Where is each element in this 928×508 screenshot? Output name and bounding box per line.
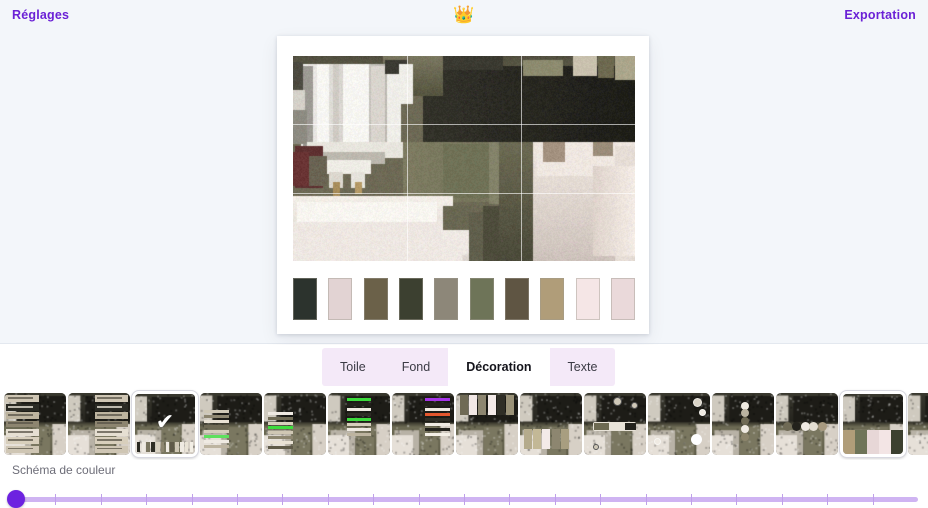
thumb-bars-right-purple[interactable] (392, 393, 454, 455)
thumb-blocks-bottom[interactable] (520, 393, 582, 455)
thumbnail-decoration-overlay (4, 393, 66, 455)
palette-swatch[interactable] (470, 278, 494, 320)
palette-swatch[interactable] (540, 278, 564, 320)
slider-ticks (10, 494, 918, 505)
thumbnail-decoration-overlay (712, 393, 774, 455)
thumbnail-decoration-overlay (68, 393, 130, 455)
thumbnail-decoration-overlay (200, 393, 262, 455)
app-root: Réglages Exportation 👑 Toile Fond Décorati… (0, 0, 928, 507)
photo-canvas (293, 56, 635, 261)
thumb-blocks-top[interactable] (456, 393, 518, 455)
preview-photo[interactable] (293, 56, 635, 261)
palette-swatch[interactable] (505, 278, 529, 320)
top-toolbar: Réglages Exportation (0, 0, 928, 30)
thumbnail-decoration-overlay (392, 393, 454, 455)
tab-bar[interactable]: Toile Fond Décoration Texte (322, 348, 615, 386)
thumbnail-decoration-overlay (456, 393, 518, 455)
thumb-dots-scatter[interactable] (648, 393, 710, 455)
palette-swatch[interactable] (364, 278, 388, 320)
decoration-thumbnail-strip[interactable]: ✔ (0, 388, 928, 460)
palette-swatch[interactable] (399, 278, 423, 320)
thumb-swatch-list-left[interactable] (4, 393, 66, 455)
thumbnail-decoration-overlay (776, 393, 838, 455)
thumb-dots-vertical[interactable] (712, 393, 774, 455)
thumb-swatch-list-right[interactable] (68, 393, 130, 455)
thumbnail-decoration-overlay (328, 393, 390, 455)
tab-dcoration[interactable]: Décoration (448, 348, 549, 386)
tab-fond[interactable]: Fond (384, 348, 449, 386)
canvas-stage: Réglages Exportation 👑 (0, 0, 928, 344)
tab-toile[interactable]: Toile (322, 348, 384, 386)
color-scheme-slider-group: Schéma de couleur (0, 463, 928, 507)
slider-thumb[interactable] (7, 490, 25, 508)
thumbnail-decoration-overlay (584, 393, 646, 455)
palette-swatch[interactable] (576, 278, 600, 320)
thumbnail-decoration-overlay (648, 393, 710, 455)
palette-swatch[interactable] (293, 278, 317, 320)
check-icon: ✔ (135, 412, 195, 434)
canvas-card[interactable] (277, 36, 649, 334)
thumbnail-decoration-overlay (843, 394, 903, 454)
thumbnail-decoration-overlay (908, 393, 928, 455)
thumb-pills-vertical[interactable] (908, 393, 928, 455)
palette-swatch[interactable] (434, 278, 458, 320)
settings-button[interactable]: Réglages (12, 8, 69, 22)
thumb-bars-bottom[interactable]: ✔ (132, 391, 198, 457)
export-button[interactable]: Exportation (844, 8, 916, 22)
thumb-dots-row[interactable] (776, 393, 838, 455)
thumb-bars-left[interactable] (200, 393, 262, 455)
thumb-bars-center-green[interactable] (328, 393, 390, 455)
thumb-capsule-bar[interactable] (584, 393, 646, 455)
palette-swatch[interactable] (611, 278, 635, 320)
thumbnail-decoration-overlay (264, 393, 326, 455)
thumb-palette-strip[interactable] (840, 391, 906, 457)
tab-texte[interactable]: Texte (550, 348, 616, 386)
thumb-bars-left-green[interactable] (264, 393, 326, 455)
color-palette-strip[interactable] (293, 278, 635, 320)
palette-swatch[interactable] (328, 278, 352, 320)
bottom-panel: Toile Fond Décoration Texte ✔ Schéma de cou… (0, 345, 928, 507)
color-scheme-label: Schéma de couleur (12, 463, 115, 477)
thumbnail-decoration-overlay (520, 393, 582, 455)
